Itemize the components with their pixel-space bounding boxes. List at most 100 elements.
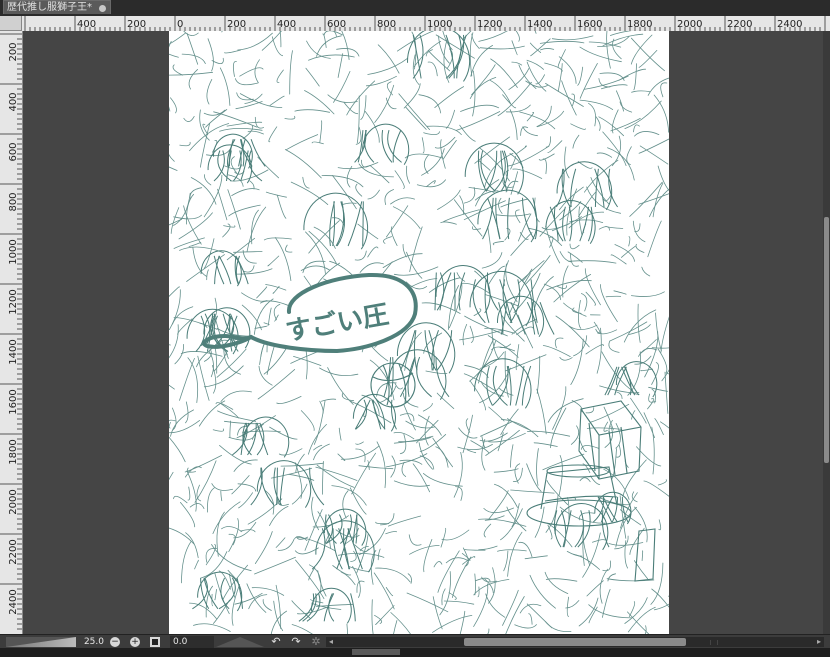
sketch-stroke xyxy=(423,473,463,487)
sketch-stroke xyxy=(488,406,505,422)
rotation-slider[interactable] xyxy=(216,637,264,647)
sketch-stroke xyxy=(367,189,380,200)
fit-to-window-icon[interactable] xyxy=(150,637,160,647)
horizontal-scrollbar[interactable]: ◂ ▸ xyxy=(326,637,824,647)
sketch-stroke xyxy=(664,371,669,414)
sketch-stroke xyxy=(488,432,526,443)
rotate-right-icon[interactable]: ↷ xyxy=(290,636,302,648)
sketch-stroke xyxy=(534,31,537,34)
sketch-stroke xyxy=(588,102,597,127)
sketch-stroke xyxy=(506,506,527,532)
sketch-stroke xyxy=(233,459,258,472)
sketch-stroke xyxy=(186,32,199,65)
sketch-stroke xyxy=(291,483,308,505)
sketch-stroke xyxy=(470,45,493,77)
sketch-stroke xyxy=(460,104,500,112)
sketch-stroke xyxy=(412,463,430,493)
horizontal-scroll-thumb[interactable] xyxy=(464,638,718,646)
sketch-stroke xyxy=(169,420,200,434)
sketch-stroke xyxy=(184,455,222,473)
zoom-value[interactable]: 25.0 xyxy=(80,636,104,648)
sketch-stroke xyxy=(624,597,648,624)
sketch-hair xyxy=(298,593,315,622)
zoom-slider[interactable] xyxy=(6,637,76,647)
sketch-stroke xyxy=(285,244,293,253)
bottom-panel-strip xyxy=(0,648,830,657)
sketch-stroke xyxy=(510,156,517,170)
sketch-stroke xyxy=(440,527,447,548)
scroll-left-icon[interactable]: ◂ xyxy=(326,637,336,647)
sketch-stroke xyxy=(262,599,272,611)
sketch-stroke xyxy=(386,81,393,96)
sketch-stroke xyxy=(579,46,622,63)
sketch-stroke xyxy=(481,439,486,471)
rotate-left-icon[interactable]: ↶ xyxy=(270,636,282,648)
sketch-stroke xyxy=(385,97,397,110)
zoom-in-icon[interactable]: + xyxy=(130,637,140,647)
sketch-stroke xyxy=(498,197,503,214)
sketch-stroke xyxy=(169,384,175,390)
horizontal-ruler: 400 200 0 200 400 600 800 1000 1200 1400 1600 1800 2… xyxy=(22,16,830,32)
sketch-stroke xyxy=(536,105,552,127)
sketch-stroke xyxy=(582,532,601,578)
sketch-stroke xyxy=(509,109,518,140)
sketch-stroke xyxy=(578,300,582,329)
sketch-stroke xyxy=(350,550,357,562)
sketch-stroke xyxy=(246,206,267,252)
sketch-stroke xyxy=(261,31,282,51)
sketch-stroke xyxy=(478,31,508,42)
sketch-stroke xyxy=(511,61,523,66)
vertical-scrollbar[interactable] xyxy=(823,31,830,634)
sketch-stroke xyxy=(169,286,180,297)
vertical-ruler: 200 400 600 800 1000 1200 1400 1600 1800 2000 2200… xyxy=(0,31,23,634)
sketch-stroke xyxy=(186,193,194,225)
sketch-stroke xyxy=(426,180,436,188)
sketch-stroke xyxy=(290,181,329,205)
sketch-stroke xyxy=(624,100,662,129)
zoom-slider-fill xyxy=(6,637,76,647)
scroll-right-icon[interactable]: ▸ xyxy=(814,637,824,647)
sketch-stroke xyxy=(313,443,330,461)
zoom-out-icon[interactable]: − xyxy=(110,637,120,647)
sketch-stroke xyxy=(637,303,641,343)
sketch-hair xyxy=(309,467,325,506)
bottom-panel-tab[interactable] xyxy=(352,649,400,655)
sketch-stroke xyxy=(519,603,542,614)
sketch-stroke xyxy=(207,487,215,513)
sketch-stroke xyxy=(469,325,474,343)
sketch-stroke xyxy=(484,153,514,189)
sketch-stroke xyxy=(529,574,556,609)
sketch-stroke xyxy=(216,511,225,557)
sketch-stroke xyxy=(510,232,533,256)
sketch-stroke xyxy=(340,571,356,586)
vertical-scroll-thumb[interactable] xyxy=(824,217,829,463)
canvas-viewport[interactable]: すごい圧 xyxy=(23,31,823,634)
ruler-label: 400 xyxy=(77,19,96,30)
sketch-stroke xyxy=(425,370,448,375)
ruler-label: 1400 xyxy=(8,339,19,364)
sketch-stroke xyxy=(578,206,583,236)
close-dot-icon[interactable] xyxy=(99,5,106,12)
sketch-stroke xyxy=(524,555,548,560)
sketch-stroke xyxy=(510,489,555,494)
sketch-stroke xyxy=(193,623,231,632)
sketch-stroke xyxy=(263,347,288,375)
rotation-value[interactable]: 0.0 xyxy=(170,636,214,648)
vertical-ruler-ticks: 200 400 600 800 1000 1200 1400 1600 1800 2000 2200… xyxy=(0,33,22,630)
sketch-stroke xyxy=(547,522,573,548)
sketch-stroke xyxy=(206,79,213,105)
drawing-canvas[interactable]: すごい圧 xyxy=(169,31,669,634)
reset-rotation-icon[interactable]: ✲ xyxy=(310,636,322,648)
phone-drawing xyxy=(634,528,656,582)
sketch-stroke xyxy=(231,188,260,196)
sketch-stroke xyxy=(536,388,547,435)
sketch-stroke xyxy=(459,610,466,634)
sketch-stroke xyxy=(230,156,237,174)
sketch-stroke xyxy=(596,327,602,374)
ruler-label: 1400 xyxy=(527,19,552,30)
sketch-stroke xyxy=(544,621,572,633)
sketch-stroke xyxy=(349,400,392,424)
sketch-stroke xyxy=(607,147,635,181)
sketch-stroke xyxy=(249,180,255,190)
document-tab[interactable]: 歴代推し服獅子王* xyxy=(3,0,111,14)
